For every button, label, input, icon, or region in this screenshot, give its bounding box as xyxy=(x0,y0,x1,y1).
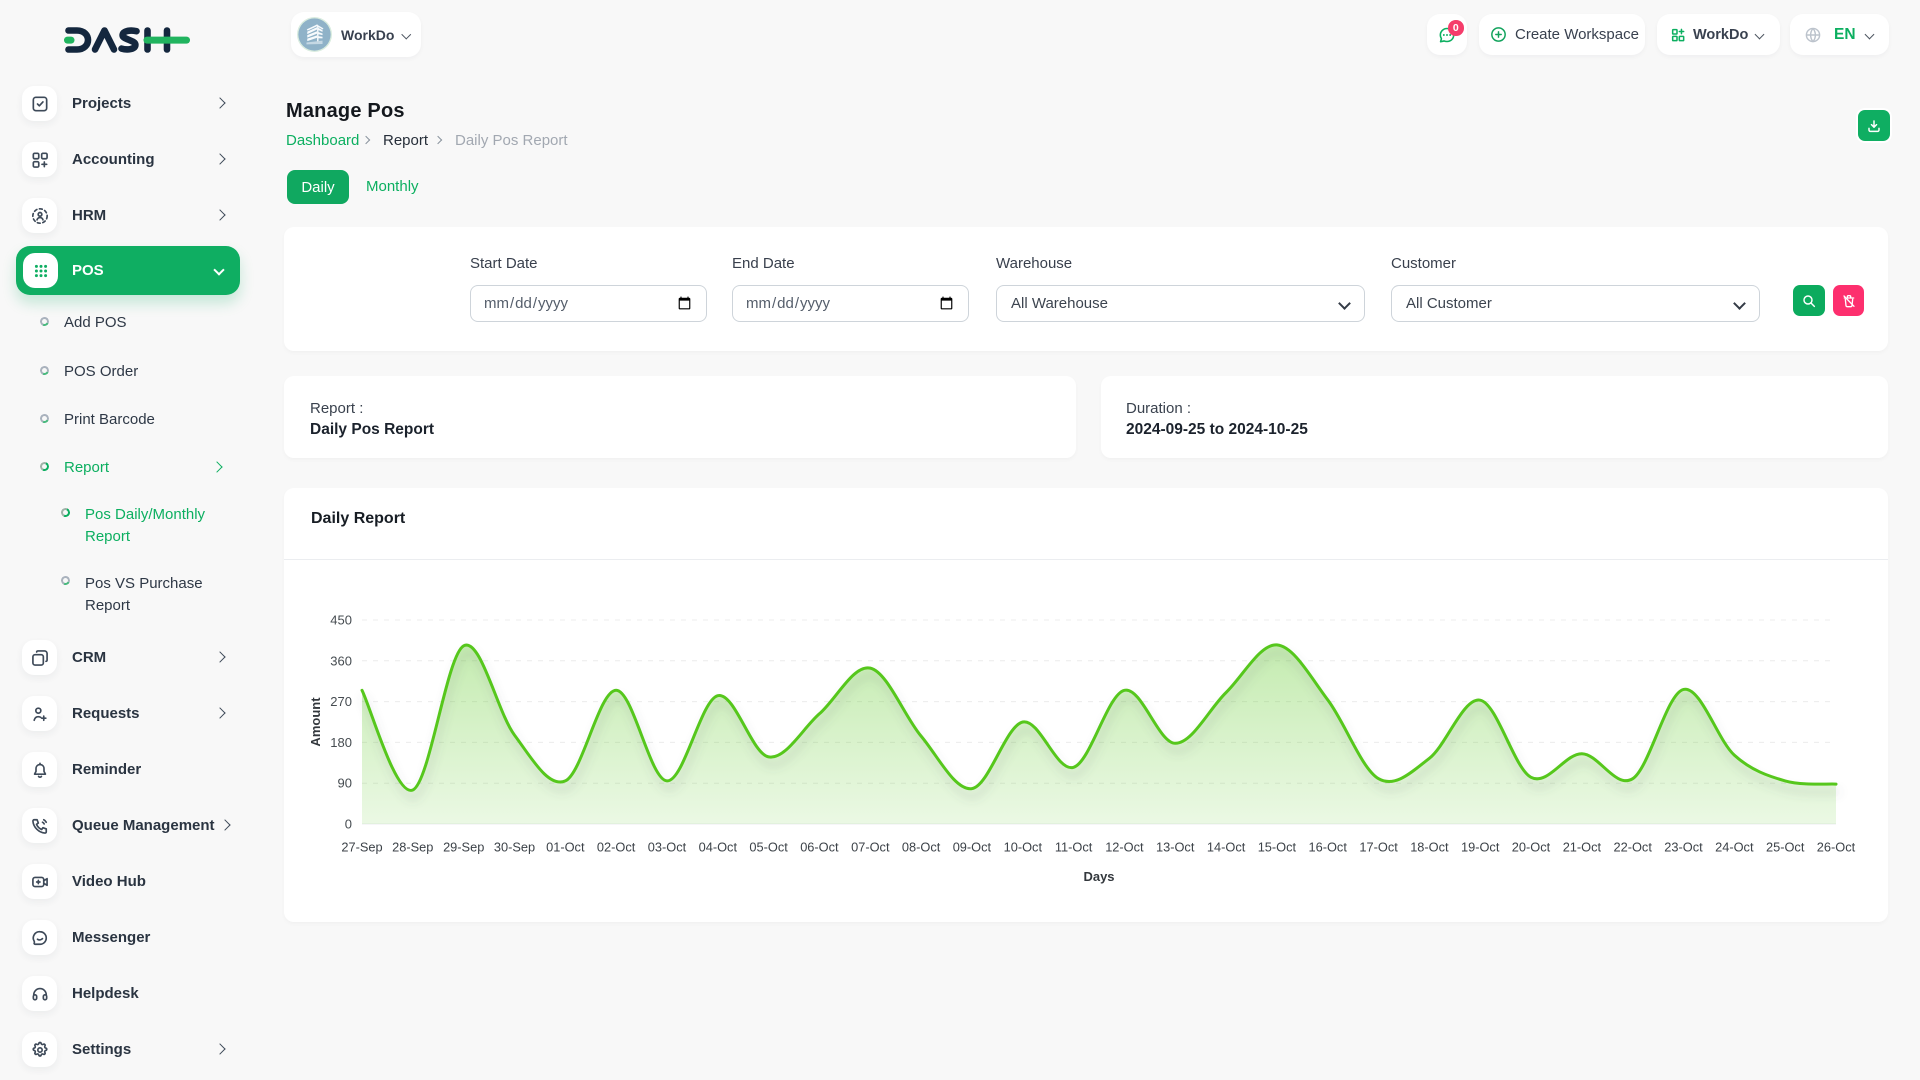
svg-text:23-Oct: 23-Oct xyxy=(1664,840,1703,855)
svg-text:10-Oct: 10-Oct xyxy=(1004,840,1043,855)
svg-text:12-Oct: 12-Oct xyxy=(1105,840,1144,855)
svg-text:13-Oct: 13-Oct xyxy=(1156,840,1195,855)
svg-text:360: 360 xyxy=(330,653,352,668)
svg-text:24-Oct: 24-Oct xyxy=(1715,840,1754,855)
svg-text:Amount: Amount xyxy=(308,697,323,747)
svg-text:19-Oct: 19-Oct xyxy=(1461,840,1500,855)
svg-text:07-Oct: 07-Oct xyxy=(851,840,890,855)
svg-text:05-Oct: 05-Oct xyxy=(749,840,788,855)
svg-text:0: 0 xyxy=(345,817,352,832)
svg-text:450: 450 xyxy=(330,613,352,628)
svg-text:180: 180 xyxy=(330,735,352,750)
svg-text:15-Oct: 15-Oct xyxy=(1258,840,1297,855)
svg-text:Days: Days xyxy=(1083,869,1114,884)
svg-text:01-Oct: 01-Oct xyxy=(546,840,585,855)
svg-text:14-Oct: 14-Oct xyxy=(1207,840,1246,855)
svg-text:17-Oct: 17-Oct xyxy=(1359,840,1398,855)
svg-text:02-Oct: 02-Oct xyxy=(597,840,636,855)
svg-text:28-Sep: 28-Sep xyxy=(392,840,433,855)
svg-text:29-Sep: 29-Sep xyxy=(443,840,484,855)
svg-text:03-Oct: 03-Oct xyxy=(648,840,687,855)
svg-text:22-Oct: 22-Oct xyxy=(1613,840,1652,855)
svg-text:90: 90 xyxy=(338,776,352,791)
svg-text:26-Oct: 26-Oct xyxy=(1817,840,1856,855)
svg-text:270: 270 xyxy=(330,694,352,709)
svg-text:04-Oct: 04-Oct xyxy=(699,840,738,855)
svg-text:08-Oct: 08-Oct xyxy=(902,840,941,855)
svg-text:20-Oct: 20-Oct xyxy=(1512,840,1551,855)
svg-text:30-Sep: 30-Sep xyxy=(494,840,535,855)
svg-text:11-Oct: 11-Oct xyxy=(1055,840,1093,855)
svg-text:27-Sep: 27-Sep xyxy=(341,840,382,855)
svg-text:25-Oct: 25-Oct xyxy=(1766,840,1805,855)
svg-text:18-Oct: 18-Oct xyxy=(1410,840,1449,855)
svg-text:09-Oct: 09-Oct xyxy=(953,840,992,855)
svg-text:16-Oct: 16-Oct xyxy=(1308,840,1347,855)
svg-text:21-Oct: 21-Oct xyxy=(1563,840,1602,855)
svg-text:06-Oct: 06-Oct xyxy=(800,840,839,855)
